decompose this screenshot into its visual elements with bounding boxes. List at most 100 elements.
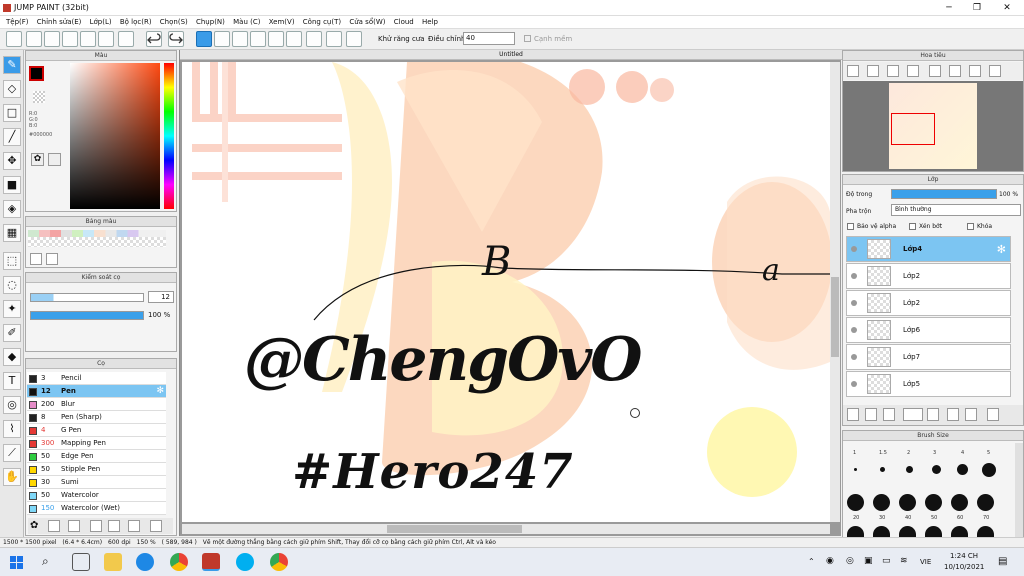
tray-app-icon[interactable]: ◉: [826, 556, 834, 566]
settings-icon[interactable]: [118, 31, 134, 47]
hatch-icon[interactable]: [214, 31, 230, 47]
brush-item[interactable]: 3 Pencil: [27, 372, 166, 385]
menu-filter[interactable]: Bộ lọc(R): [120, 16, 152, 29]
drawing-canvas[interactable]: B a @ChengOvO #Hero247: [182, 62, 830, 522]
move-tool-icon[interactable]: ✥: [3, 152, 21, 170]
menu-window[interactable]: Cửa sổ(W): [349, 16, 385, 29]
actual-size-icon[interactable]: [907, 65, 919, 77]
wifi-icon[interactable]: ≋: [900, 556, 908, 566]
navigator-view-rect[interactable]: [891, 113, 935, 145]
skype-icon[interactable]: [236, 553, 254, 571]
menu-file[interactable]: Tệp(F): [6, 16, 29, 29]
brush-size-grid[interactable]: 1 1.5 2 3 4 5 20 30 40 50 60 70: [843, 443, 1015, 539]
visibility-icon[interactable]: [851, 381, 857, 387]
palette-delete-icon[interactable]: [46, 253, 58, 265]
fill-rect-icon[interactable]: ■: [3, 176, 21, 194]
menu-cloud[interactable]: Cloud: [394, 16, 414, 29]
canvas-tab[interactable]: Untitled: [180, 50, 842, 60]
menu-help[interactable]: Help: [422, 16, 438, 29]
background-color[interactable]: [33, 91, 45, 103]
shape-tool-icon[interactable]: ◎: [3, 396, 21, 414]
brush-settings-icon[interactable]: ✿: [30, 520, 38, 531]
concentric-icon[interactable]: [286, 31, 302, 47]
brush-item[interactable]: 300 Mapping Pen: [27, 437, 166, 450]
brush-opacity-slider[interactable]: [30, 311, 144, 320]
eraser-tool-icon[interactable]: ◇: [3, 80, 21, 98]
redo-icon[interactable]: [168, 31, 184, 47]
palette-icon[interactable]: ✿: [31, 153, 44, 166]
layer-row[interactable]: Lớp7: [846, 344, 1011, 370]
search-icon[interactable]: ⌕: [42, 554, 49, 569]
eyedrop-small-icon[interactable]: [48, 153, 61, 166]
symmetry-icon[interactable]: [268, 31, 284, 47]
tray-chevron-icon[interactable]: ⌃: [808, 557, 815, 566]
menu-tools[interactable]: Công cụ(T): [303, 16, 341, 29]
menu-edit[interactable]: Chỉnh sửa(E): [37, 16, 82, 29]
horizontal-scroll-thumb[interactable]: [387, 525, 522, 533]
curve-icon[interactable]: [306, 31, 322, 47]
brush-item[interactable]: 150 Watercolor (Wet): [27, 502, 166, 515]
ruler-icon[interactable]: [250, 31, 266, 47]
open-icon[interactable]: [44, 31, 60, 47]
select-rect-icon[interactable]: ⬚: [3, 252, 21, 270]
brush-item[interactable]: 12 Pen ✻: [27, 385, 166, 398]
brush-item[interactable]: 50 Watercolor: [27, 489, 166, 502]
gradient-tool-icon[interactable]: ▦: [3, 224, 21, 242]
new-layer-icon[interactable]: [847, 408, 859, 421]
zoom-in-icon[interactable]: [867, 65, 879, 77]
windows-start-icon[interactable]: [10, 556, 23, 569]
merge-layer-icon[interactable]: [965, 408, 977, 421]
palette-swatches[interactable]: [28, 230, 166, 237]
cloud-icon[interactable]: [6, 31, 22, 47]
battery-icon[interactable]: ▭: [882, 556, 891, 566]
hand-tool-icon[interactable]: ✋: [3, 468, 21, 486]
pen-tool-icon[interactable]: ✎: [3, 56, 21, 74]
duplicate-layer-icon[interactable]: [947, 408, 959, 421]
new-file-icon[interactable]: [26, 31, 42, 47]
select-eraser-icon[interactable]: ◆: [3, 348, 21, 366]
protect-alpha-checkbox[interactable]: [847, 223, 854, 230]
browser-edge-icon[interactable]: [136, 553, 154, 571]
layer-type-dropdown[interactable]: [903, 408, 923, 421]
vertical-scroll-thumb[interactable]: [831, 277, 839, 357]
language-indicator[interactable]: VIE: [920, 558, 931, 566]
eyedropper-icon[interactable]: ⌇: [3, 420, 21, 438]
file-explorer-icon[interactable]: [104, 553, 122, 571]
menu-layer[interactable]: Lớp(L): [90, 16, 112, 29]
close-button[interactable]: ✕: [992, 1, 1022, 15]
visibility-icon[interactable]: [851, 300, 857, 306]
brush-doc-icon[interactable]: [90, 520, 102, 532]
palette-add-icon[interactable]: [30, 253, 42, 265]
brush-settings-icon[interactable]: ✻: [156, 386, 164, 396]
navigator-viewport[interactable]: [843, 81, 1023, 171]
task-view-icon[interactable]: [72, 553, 90, 571]
brush-item[interactable]: 4G Pen: [27, 424, 166, 437]
brush-item[interactable]: 50 Edge Pen: [27, 450, 166, 463]
brush-size-value[interactable]: 12: [148, 291, 174, 303]
text-tool-icon[interactable]: T: [3, 372, 21, 390]
snap-checkbox[interactable]: [524, 35, 531, 42]
layer-settings-icon[interactable]: ✻: [997, 243, 1006, 256]
visibility-icon[interactable]: [851, 354, 857, 360]
undo-icon[interactable]: [146, 31, 162, 47]
delete-layer-icon[interactable]: [987, 408, 999, 421]
brush-item[interactable]: 30 Sumi: [27, 476, 166, 489]
brush-item[interactable]: 50 Stipple Pen: [27, 463, 166, 476]
brush-size-scrollbar[interactable]: [1015, 443, 1023, 539]
flip-icon[interactable]: [989, 65, 1001, 77]
layer-folder-icon[interactable]: [927, 408, 939, 421]
blend-mode-select[interactable]: Bình thường: [891, 204, 1021, 216]
visibility-icon[interactable]: [851, 246, 857, 252]
magic-wand-icon[interactable]: ✦: [3, 300, 21, 318]
layer-row[interactable]: Lớp2: [846, 290, 1011, 316]
brush-copy-icon[interactable]: [68, 520, 80, 532]
visibility-icon[interactable]: [851, 273, 857, 279]
notification-icon[interactable]: ▤: [998, 556, 1007, 567]
brush-size-slider[interactable]: [30, 293, 144, 302]
select-pen-icon[interactable]: ✐: [3, 324, 21, 342]
zoom-out-icon[interactable]: [847, 65, 859, 77]
brush-item[interactable]: 8 Pen (Sharp): [27, 411, 166, 424]
menu-color[interactable]: Màu (C): [233, 16, 260, 29]
minimize-button[interactable]: ─: [934, 1, 964, 15]
document-icon[interactable]: [80, 31, 96, 47]
